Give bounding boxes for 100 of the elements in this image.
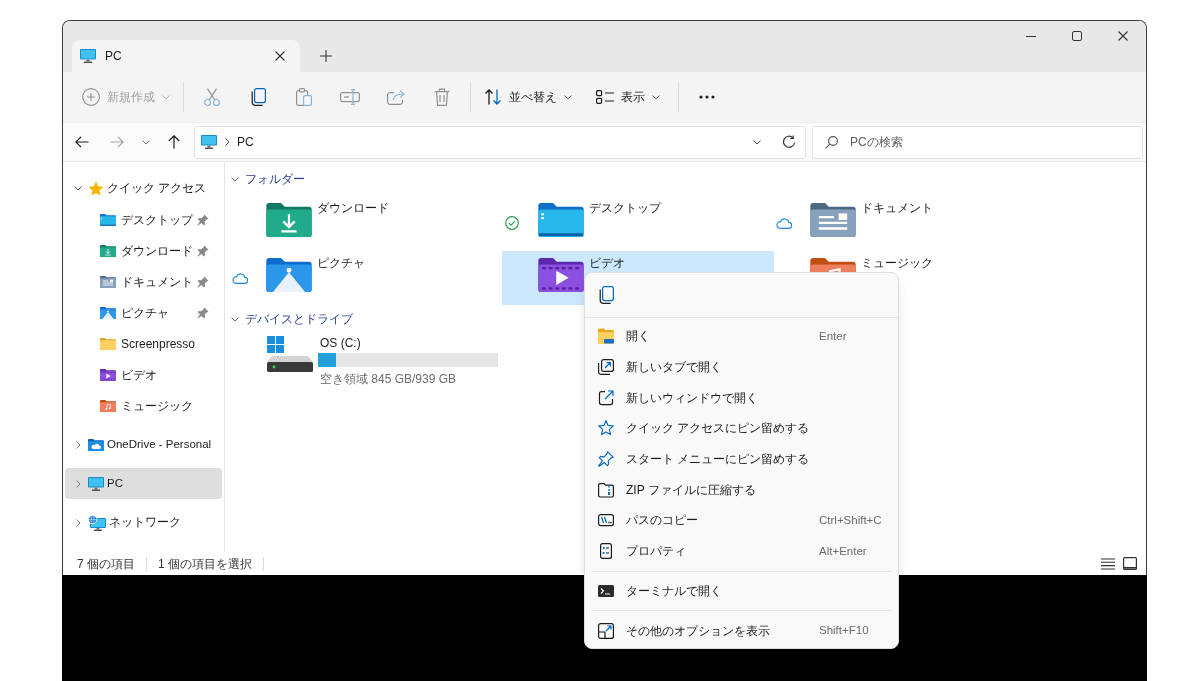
menu-item[interactable]: スタート メニューにピン留めする [589,443,894,475]
section-header[interactable]: フォルダー [229,169,307,189]
address-bar[interactable]: PC [194,125,806,159]
menu-item[interactable]: その他のオプションを表示 Shift+F10 [589,615,894,646]
minimize-icon [1026,35,1036,37]
drive-name[interactable]: OS (C:) [318,335,361,351]
search-field[interactable]: PCの検索 [812,125,1143,159]
music-folder-icon [100,399,116,412]
view-button[interactable]: 表示 [588,79,668,115]
monitor-icon [88,476,104,491]
monitor-icon [80,49,96,63]
properties-icon [598,543,614,560]
selection-count-text: 1 個の項目を選択 [158,555,253,573]
folder-name: デスクトップ [589,200,661,216]
hard-drive-icon [267,336,313,372]
keyboard-shortcut: Enter [819,328,848,344]
close-icon [275,51,285,61]
sidebar-item[interactable]: ミュージック [65,390,222,421]
copy-icon [598,286,614,304]
chevron-down-icon [564,94,572,100]
arrow-right-icon [110,136,124,148]
sidebar-item[interactable]: ダウンロード [65,235,222,266]
terminal-icon [598,582,614,599]
cloud-folder-icon [88,438,104,451]
sidebar-item[interactable]: デスクトップ [65,204,222,235]
arrow-left-icon [75,136,89,148]
rename-icon [340,89,360,105]
square-icon [1123,557,1137,570]
monitor-icon [201,135,217,149]
plus-icon [320,50,332,62]
menu-item[interactable]: 新しいタブで開く [589,351,894,383]
chevron-down-icon[interactable] [74,186,82,191]
menu-item[interactable]: ZIP ファイルに圧縮する [589,474,894,506]
zip-folder-icon [598,481,614,498]
menu-item[interactable]: 新しいウィンドウで開く [589,382,894,414]
close-icon [1118,31,1128,41]
clipboard-icon [296,88,312,106]
search-icon [825,135,838,149]
folder-icon [100,337,116,350]
documents-folder-icon [100,275,116,288]
new-tab-icon [598,359,614,376]
maximize-icon [1072,31,1082,41]
chevron-right-icon[interactable] [225,138,230,146]
menu-item[interactable]: プロパティ Alt+Enter [589,535,894,567]
sidebar-item[interactable]: PC [65,468,222,499]
folder-icon [598,328,614,345]
scissors-icon [204,88,220,106]
menu-item[interactable]: 開く Enter [589,321,894,352]
layout-icon [596,90,614,104]
chevron-right-icon[interactable] [75,518,81,527]
chevron-down-icon [142,139,150,145]
keyboard-shortcut: Ctrl+Shift+C [819,512,883,528]
trash-icon [434,88,450,106]
sidebar-item[interactable]: OneDrive - Personal [65,429,222,460]
path-icon [598,512,614,529]
folder-name: ドキュメント [861,200,933,216]
sidebar-item[interactable]: ピクチャ [65,297,222,328]
download-folder-icon [266,203,312,237]
folder-tile[interactable]: ダウンロード [230,196,502,250]
tab[interactable]: PC [72,40,300,72]
section-header[interactable]: デバイスとドライブ [229,309,355,329]
keyboard-shortcut: Shift+F10 [819,622,870,638]
new-window-icon [598,389,614,406]
download-folder-icon [100,244,116,257]
chevron-right-icon[interactable] [75,440,81,449]
video-folder-icon [100,368,116,381]
sort-arrows-icon [484,89,502,105]
chevron-down-icon [753,139,761,145]
pictures-folder-icon [266,258,312,292]
sort-button[interactable]: 並べ替え [476,79,580,115]
sidebar-item[interactable]: クイック アクセス [65,173,222,204]
item-count-text: 7 個の項目 [77,555,135,573]
arrow-up-icon [168,135,180,149]
folder-tile[interactable]: ドキュメント [774,196,1046,250]
folder-tile[interactable]: デスクトップ [502,196,774,250]
keyboard-shortcut: Alt+Enter [819,543,868,559]
folder-name: ダウンロード [317,200,389,216]
free-space-text: 空き領域 845 GB/939 GB [319,371,457,388]
sidebar-item[interactable]: ネットワーク [65,507,222,538]
folder-icon [538,203,584,237]
pictures-folder-icon [100,306,116,319]
folder-name: ピクチャ [317,255,365,271]
sidebar-item[interactable]: Screenpresso [65,328,222,359]
menu-item[interactable]: クイック アクセスにピン留めする [589,413,894,444]
chevron-down-icon [162,94,170,100]
menu-item[interactable]: ターミナルで開く [589,575,894,607]
chevron-down-icon [652,94,660,100]
star-icon [88,180,104,197]
sidebar-item[interactable]: ドキュメント [65,266,222,297]
pin-icon [598,451,614,468]
menu-item[interactable]: パスのコピー Ctrl+Shift+C [589,505,894,536]
folder-icon [100,213,116,226]
folder-name: ミュージック [861,255,933,271]
sidebar-item[interactable]: ビデオ [65,359,222,390]
documents-folder-icon [810,203,856,237]
more-icon [699,95,715,99]
refresh-icon [782,135,796,149]
copy-icon [250,88,266,106]
breadcrumb-item[interactable]: PC [234,130,257,154]
folder-tile[interactable]: ピクチャ [230,251,502,305]
